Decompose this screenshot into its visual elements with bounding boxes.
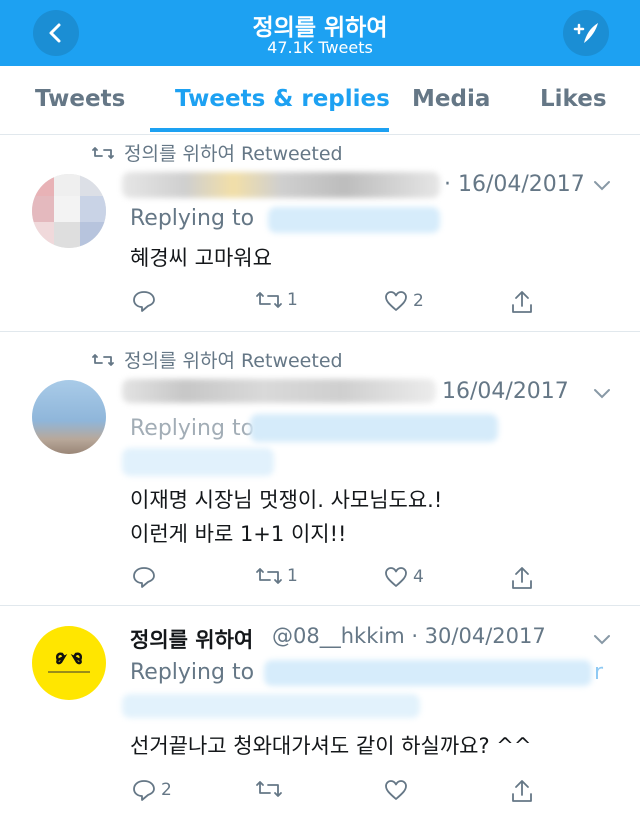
- like-button[interactable]: 4: [383, 565, 424, 589]
- chevron-down-icon[interactable]: [592, 386, 612, 400]
- like-button[interactable]: [383, 778, 409, 802]
- name-redacted: [122, 172, 440, 198]
- profile-tabs: Tweets Tweets & replies Media Likes: [0, 66, 640, 135]
- mention-redacted[interactable]: [122, 694, 420, 718]
- retweet-icon: [92, 146, 114, 159]
- avatar[interactable]: [32, 174, 106, 248]
- tab-tweets[interactable]: Tweets: [35, 86, 125, 112]
- tweet[interactable]: 정의를 위하여 @08__hkkim · 30/04/2017 Replying…: [0, 606, 640, 816]
- share-button[interactable]: [510, 289, 534, 315]
- active-tab-indicator: [150, 128, 389, 132]
- retweet-context: 정의를 위하여 Retweeted: [92, 346, 343, 373]
- tweet-text: 선거끝나고 청와대가셔도 같이 하실까요? ^^: [130, 734, 532, 758]
- reply-icon: [133, 780, 155, 801]
- compose-button[interactable]: [563, 10, 609, 56]
- replying-to: Replying to: [130, 206, 255, 231]
- retweet-icon: [256, 292, 282, 308]
- logo-icon: [48, 652, 90, 673]
- handle-and-date: @08__hkkim · 30/04/2017: [272, 624, 546, 648]
- reply-button[interactable]: [131, 565, 157, 589]
- mention-tail: r: [594, 660, 604, 685]
- reply-icon: [133, 567, 155, 588]
- chevron-down-icon[interactable]: [592, 178, 612, 192]
- share-button[interactable]: [510, 565, 534, 591]
- retweet-button[interactable]: 1: [255, 289, 298, 311]
- chevron-down-icon[interactable]: [592, 632, 612, 646]
- retweet-count: 1: [287, 566, 298, 586]
- tweet[interactable]: 정의를 위하여 Retweeted · 16/04/2017 Replying …: [0, 134, 640, 332]
- replying-to: Replying to: [130, 416, 255, 441]
- share-icon: [512, 291, 532, 313]
- tweet-count: 47.1K Tweets: [267, 38, 373, 57]
- avatar[interactable]: [32, 380, 106, 454]
- tweet-date: 16/04/2017: [442, 379, 569, 404]
- top-bar: 정의를 위하여 47.1K Tweets: [0, 0, 640, 66]
- retweet-icon: [256, 568, 282, 584]
- mention-redacted[interactable]: [264, 660, 592, 686]
- replying-to: Replying to: [130, 660, 255, 685]
- retweet-button[interactable]: 1: [255, 565, 298, 587]
- display-name[interactable]: 정의를 위하여: [130, 624, 253, 654]
- retweet-label: 정의를 위하여 Retweeted: [124, 143, 343, 165]
- avatar[interactable]: [32, 626, 106, 700]
- share-icon: [512, 567, 532, 589]
- like-count: 4: [413, 567, 424, 587]
- reply-button[interactable]: 2: [131, 778, 172, 802]
- tab-tweets-and-replies[interactable]: Tweets & replies: [175, 86, 390, 112]
- retweet-button[interactable]: [255, 778, 283, 800]
- retweet-label: 정의를 위하여 Retweeted: [124, 350, 343, 372]
- compose-icon: [573, 23, 598, 43]
- reply-button[interactable]: [131, 289, 157, 313]
- like-button[interactable]: 2: [383, 289, 424, 313]
- reply-count: 2: [161, 780, 172, 800]
- share-icon: [512, 780, 532, 802]
- like-icon: [385, 291, 407, 311]
- profile-title: 정의를 위하여: [252, 15, 388, 41]
- mention-redacted[interactable]: [122, 448, 274, 476]
- reply-icon: [133, 291, 155, 312]
- like-icon: [385, 780, 407, 800]
- retweet-icon: [92, 353, 114, 366]
- like-count: 2: [413, 291, 424, 311]
- share-button[interactable]: [510, 778, 534, 804]
- tab-likes[interactable]: Likes: [540, 86, 607, 112]
- tab-media[interactable]: Media: [412, 86, 490, 112]
- tweet[interactable]: 정의를 위하여 Retweeted 16/04/2017 Replying to…: [0, 332, 640, 606]
- tweet-text-line1: 이재명 시장님 멋쟁이. 사모님도요.!: [130, 488, 443, 512]
- tweet-text: 혜경씨 고마워요: [130, 246, 272, 270]
- name-redacted: [122, 379, 436, 403]
- retweet-context: 정의를 위하여 Retweeted: [92, 139, 343, 166]
- retweet-icon: [256, 781, 282, 797]
- tweet-text-line2: 이런게 바로 1+1 이지!!: [130, 522, 347, 546]
- tweet-date: · 16/04/2017: [444, 172, 585, 197]
- mention-redacted[interactable]: [250, 414, 498, 442]
- like-icon: [385, 567, 407, 587]
- retweet-count: 1: [287, 290, 298, 310]
- mention-redacted[interactable]: [268, 207, 440, 233]
